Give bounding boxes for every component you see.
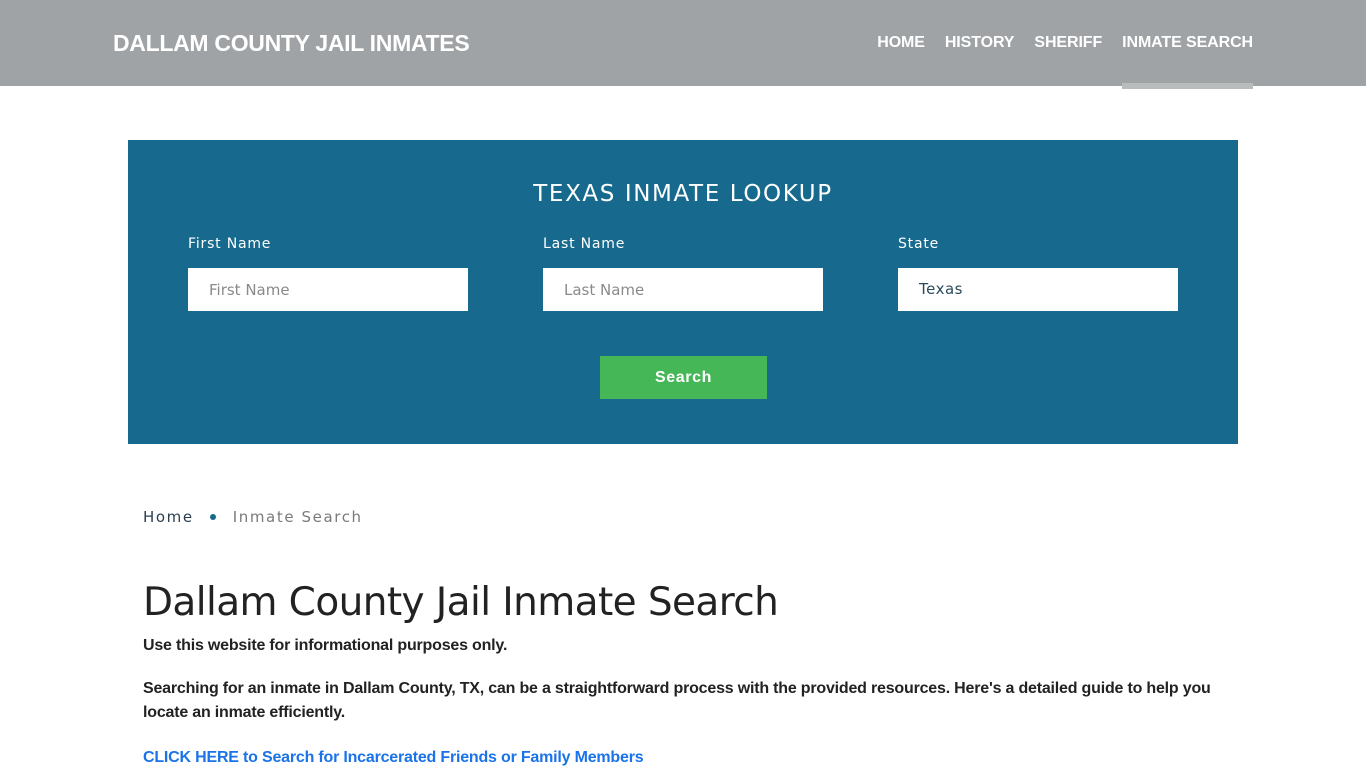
last-name-label: Last Name	[543, 236, 626, 252]
first-name-input[interactable]	[188, 268, 468, 311]
breadcrumb-home[interactable]: Home	[143, 508, 194, 526]
breadcrumb-separator-icon	[209, 514, 216, 520]
intro-paragraph: Searching for an inmate in Dallam County…	[143, 680, 1211, 721]
nav-inmate-search[interactable]: INMATE SEARCH	[1122, 34, 1253, 89]
search-friends-family-link[interactable]: CLICK HERE to Search for Incarcerated Fr…	[143, 749, 644, 767]
state-label: State	[898, 236, 940, 252]
breadcrumb-current: Inmate Search	[232, 508, 363, 526]
page-title: Dallam County Jail Inmate Search	[143, 580, 779, 625]
state-group: State Texas	[898, 236, 1178, 311]
last-name-input[interactable]	[543, 268, 823, 311]
site-logo-link[interactable]: DALLAM COUNTY JAIL INMATES	[113, 30, 470, 57]
main-nav: HOME HISTORY SHERIFF INMATE SEARCH	[857, 34, 1253, 89]
lookup-title: TEXAS INMATE LOOKUP	[533, 181, 833, 207]
disclaimer-text: Use this website for informational purpo…	[143, 637, 508, 654]
nav-history[interactable]: HISTORY	[945, 34, 1015, 86]
search-button[interactable]: Search	[600, 356, 767, 399]
nav-sheriff[interactable]: SHERIFF	[1034, 34, 1102, 86]
nav-home[interactable]: HOME	[877, 34, 925, 86]
last-name-group: Last Name	[543, 236, 823, 311]
first-name-label: First Name	[188, 236, 272, 252]
breadcrumb: Home Inmate Search	[143, 508, 363, 526]
inmate-lookup-panel: TEXAS INMATE LOOKUP First Name Last Name…	[128, 140, 1238, 444]
top-navbar: DALLAM COUNTY JAIL INMATES HOME HISTORY …	[0, 0, 1366, 89]
first-name-group: First Name	[188, 236, 468, 311]
state-select[interactable]: Texas	[898, 268, 1178, 311]
